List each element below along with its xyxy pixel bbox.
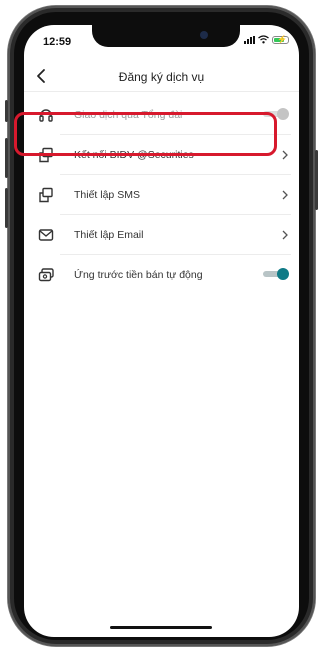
envelope-icon bbox=[38, 229, 54, 241]
cards-icon bbox=[38, 268, 54, 282]
front-camera bbox=[200, 31, 208, 39]
list-item-label: Thiết lập SMS bbox=[74, 189, 140, 201]
list-item-label: Ứng trước tiền bán tự động bbox=[74, 269, 203, 281]
app-header: Đăng ký dịch vụ bbox=[24, 63, 299, 91]
header-divider bbox=[24, 91, 299, 92]
battery-icon: ⚡ bbox=[272, 35, 289, 44]
mute-switch bbox=[5, 100, 8, 122]
ung-truoc-toggle[interactable] bbox=[263, 268, 289, 280]
volume-up-button bbox=[5, 138, 8, 178]
chevron-right-icon bbox=[282, 150, 288, 160]
highlight-annotation bbox=[14, 112, 277, 156]
wifi-icon bbox=[258, 35, 269, 44]
power-button bbox=[315, 150, 318, 210]
list-item-thiet-lap-email[interactable]: Thiết lập Email bbox=[24, 215, 299, 255]
list-item-ung-truoc-tien-ban: Ứng trước tiền bán tự động bbox=[24, 255, 299, 295]
home-indicator bbox=[110, 626, 212, 629]
status-time: 12:59 bbox=[43, 36, 72, 48]
list-item-thiet-lap-sms[interactable]: Thiết lập SMS bbox=[24, 175, 299, 215]
link-device-icon bbox=[39, 187, 53, 203]
status-icons: ⚡ bbox=[244, 35, 289, 44]
chevron-right-icon bbox=[282, 190, 288, 200]
signal-icon bbox=[244, 35, 255, 44]
volume-down-button bbox=[5, 188, 8, 228]
page-title: Đăng ký dịch vụ bbox=[118, 70, 205, 84]
chevron-right-icon bbox=[282, 230, 288, 240]
list-item-label: Thiết lập Email bbox=[74, 229, 144, 241]
notch bbox=[92, 25, 240, 47]
